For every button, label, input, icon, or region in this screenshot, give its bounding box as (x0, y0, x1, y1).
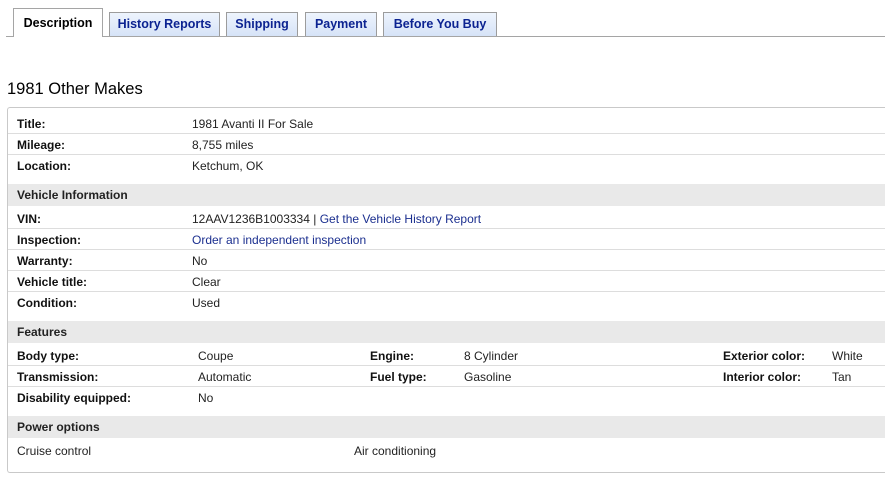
inspection-label: Inspection: (17, 233, 82, 247)
vehicle-information-heading: Vehicle Information (17, 188, 128, 202)
row-divider (8, 228, 885, 229)
tab-before-you-buy[interactable]: Before You Buy (383, 12, 497, 36)
engine-label: Engine: (370, 349, 414, 363)
tab-history-reports[interactable]: History Reports (109, 12, 220, 36)
location-label: Location: (17, 159, 71, 173)
transmission-label: Transmission: (17, 370, 99, 384)
order-inspection-link[interactable]: Order an independent inspection (192, 233, 366, 247)
engine-value: 8 Cylinder (464, 349, 519, 363)
row-divider (8, 386, 885, 387)
vehicle-title-label: Vehicle title: (17, 275, 88, 289)
vin-separator: | (313, 212, 317, 226)
power-option-item: Air conditioning (354, 444, 437, 458)
interior-color-label: Interior color: (723, 370, 802, 384)
body-type-label: Body type: (17, 349, 80, 363)
exterior-color-label: Exterior color: (723, 349, 806, 363)
row-divider (8, 291, 885, 292)
warranty-label: Warranty: (17, 254, 73, 268)
fuel-type-value: Gasoline (464, 370, 512, 384)
row-divider (8, 154, 885, 155)
tab-bar-baseline (6, 36, 885, 37)
mileage-value: 8,755 miles (192, 138, 254, 152)
body-type-value: Coupe (198, 349, 234, 363)
power-option-item: Cruise control (17, 444, 92, 458)
tab-shipping[interactable]: Shipping (226, 12, 298, 36)
power-options-heading: Power options (17, 420, 100, 434)
features-header: Features (8, 321, 885, 343)
fuel-type-label: Fuel type: (370, 370, 427, 384)
power-options-header: Power options (8, 416, 885, 438)
row-divider (8, 133, 885, 134)
interior-color-value: Tan (832, 370, 852, 384)
mileage-label: Mileage: (17, 138, 66, 152)
vehicle-information-header: Vehicle Information (8, 184, 885, 206)
condition-label: Condition: (17, 296, 77, 310)
location-value: Ketchum, OK (192, 159, 264, 173)
warranty-value: No (192, 254, 208, 268)
disability-equipped-label: Disability equipped: (17, 391, 132, 405)
title-value: 1981 Avanti II For Sale (192, 117, 314, 131)
exterior-color-value: White (832, 349, 863, 363)
vin-number: 12AAV1236B1003334 (192, 212, 310, 226)
vehicle-title-value: Clear (192, 275, 221, 289)
tab-description[interactable]: Description (13, 8, 103, 37)
features-heading: Features (17, 325, 68, 339)
row-divider (8, 270, 885, 271)
vehicle-history-report-link[interactable]: Get the Vehicle History Report (320, 212, 481, 226)
vin-label: VIN: (17, 212, 41, 226)
condition-value: Used (192, 296, 221, 310)
row-divider (8, 365, 885, 366)
disability-equipped-value: No (198, 391, 214, 405)
tab-payment[interactable]: Payment (305, 12, 377, 36)
row-divider (8, 249, 885, 250)
vin-value: 12AAV1236B1003334 | Get the Vehicle Hist… (192, 212, 481, 226)
title-label: Title: (17, 117, 46, 131)
page-title: 1981 Other Makes (7, 80, 143, 98)
transmission-value: Automatic (198, 370, 252, 384)
